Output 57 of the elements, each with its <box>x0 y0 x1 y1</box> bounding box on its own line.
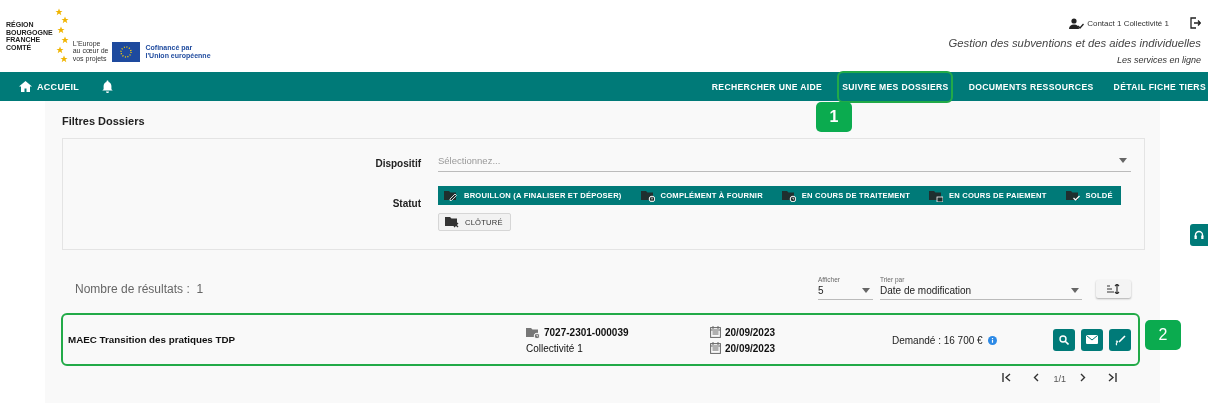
draft-folder-icon <box>444 189 458 202</box>
sort-order-button[interactable] <box>1096 280 1131 298</box>
dispositif-select[interactable]: Sélectionnez... <box>438 155 1131 172</box>
app-subtitle: Les services en ligne <box>1116 55 1201 65</box>
calendar-icon <box>710 326 721 338</box>
user-name[interactable]: Contact 1 Collectivité 1 <box>1087 18 1169 28</box>
closed-folder-icon <box>445 216 459 228</box>
view-button[interactable] <box>1053 329 1075 351</box>
results-count: Nombre de résultats : 1 <box>75 282 204 296</box>
sign-button[interactable] <box>1109 329 1131 351</box>
notification-bell-icon[interactable] <box>102 80 114 93</box>
creation-date: 20/09/2023 <box>725 326 776 338</box>
user-icon <box>1069 17 1085 29</box>
beneficiary-name: Collectivité 1 <box>526 342 584 354</box>
stars-drawing <box>54 8 69 64</box>
support-button[interactable] <box>1190 224 1208 246</box>
record-number: 7027-2301-000039 <box>544 327 629 338</box>
first-page-icon[interactable] <box>1002 372 1012 382</box>
sort-icon <box>1107 284 1120 294</box>
message-button[interactable] <box>1081 329 1103 351</box>
info-icon[interactable] <box>987 335 997 345</box>
requested-amount: Demandé : 16 700 € <box>892 334 983 346</box>
dropdown-caret-icon <box>862 288 870 293</box>
field-label: Statut <box>391 197 421 209</box>
nav-link[interactable]: SUIVRE MES DOSSIERS <box>842 81 949 92</box>
envelope-icon <box>1086 335 1098 345</box>
dropdown-caret-icon <box>1071 288 1079 293</box>
nav-link[interactable]: RECHERCHER UNE AIDE <box>711 81 823 92</box>
pen-icon <box>1114 334 1126 346</box>
page-indicator: 1/1 <box>1053 373 1066 384</box>
last-page-icon[interactable] <box>1108 372 1117 382</box>
clock-folder-icon <box>781 189 796 202</box>
paid-icon <box>1065 189 1080 202</box>
next-page-icon[interactable] <box>1080 372 1086 382</box>
previous-page-icon[interactable] <box>1033 372 1040 382</box>
eu-flag-icon <box>112 42 141 62</box>
app-title: Gestion des subventions et des aides individuelles <box>948 37 1201 49</box>
logout-icon[interactable] <box>1190 17 1201 29</box>
search-icon <box>1059 335 1069 345</box>
headset-icon <box>1194 230 1204 240</box>
section-title: Filtres Dossiers <box>62 115 145 127</box>
folder-clock-icon <box>526 326 540 339</box>
alert-folder-icon <box>640 189 655 202</box>
record-title[interactable]: MAEC Transition des pratiques TDP <box>68 334 526 345</box>
modification-date: 20/09/2023 <box>725 342 776 354</box>
dropdown-caret-icon <box>1119 158 1127 163</box>
callout-badge: 2 <box>1145 320 1181 350</box>
page-size-select[interactable]: 5 <box>818 284 873 300</box>
nav-link[interactable]: DÉTAIL FICHE TIERS <box>1113 81 1206 92</box>
nav-link[interactable]: DOCUMENTS RESSOURCES <box>968 81 1094 92</box>
home-icon <box>19 81 32 92</box>
home-link[interactable]: ACCUEIL <box>19 81 80 92</box>
field-label: Dispositif <box>374 158 421 169</box>
callout-badge: 1 <box>816 101 853 132</box>
calendar-clock-icon <box>710 342 721 354</box>
sort-select[interactable]: Date de modification <box>880 284 1082 300</box>
payment-icon <box>929 189 944 202</box>
